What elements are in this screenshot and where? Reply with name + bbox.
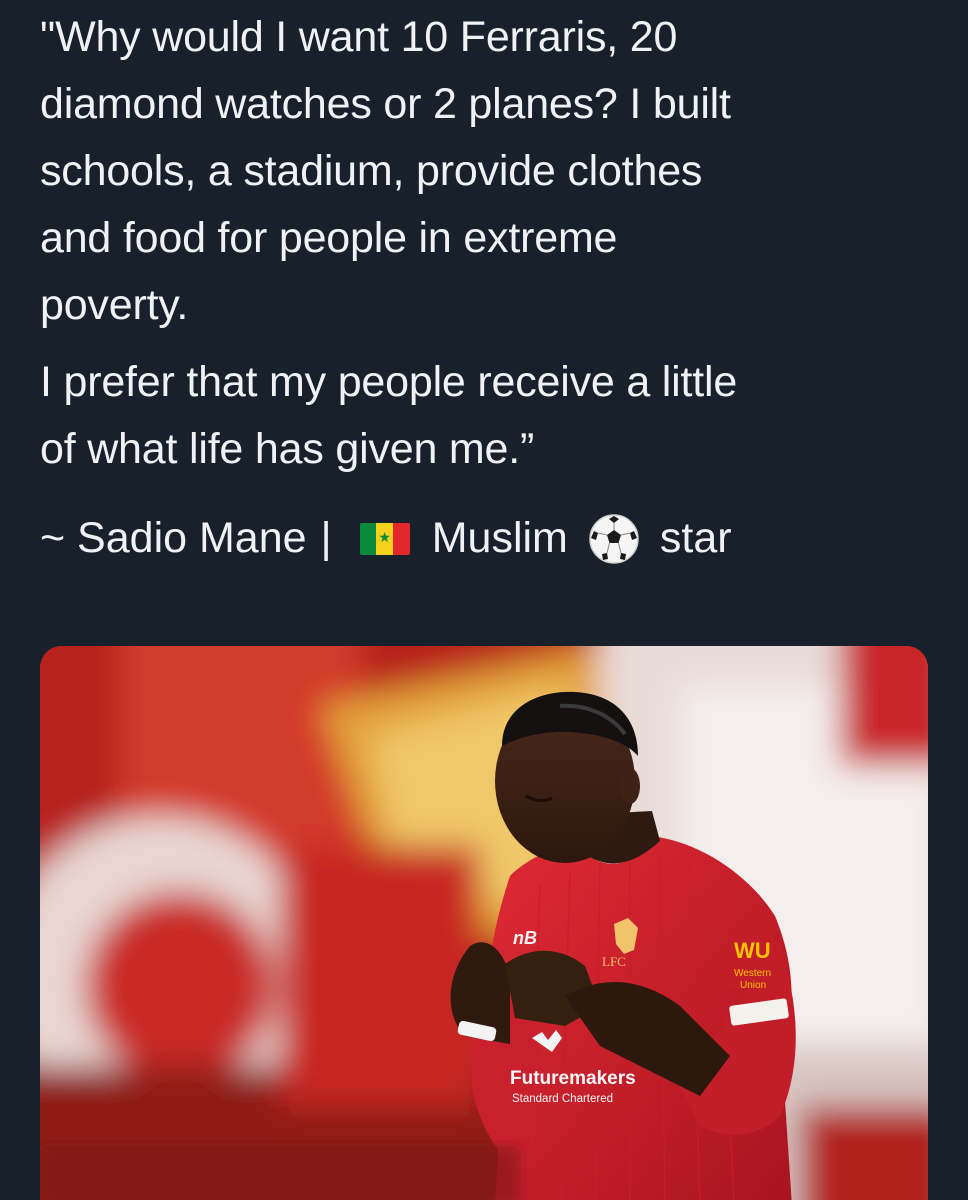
attribution-word-star: star [659,514,732,562]
photo-scene: LFC nB WU Western Union Futuremakers Sta… [40,646,928,1200]
sleeve-sponsor: WU Western Union [730,936,774,991]
senegal-flag-icon [359,522,410,555]
tweet-text-paragraph-2: I prefer that my people receive a little… [40,358,738,473]
svg-text:Western: Western [734,968,771,979]
attribution-separator: | [320,514,332,562]
svg-text:LFC: LFC [602,954,626,969]
svg-text:WU: WU [734,938,771,963]
tweet-body: "Why would I want 10 Ferraris, 20 diamon… [40,4,940,572]
tweet-media-photo[interactable]: LFC nB WU Western Union Futuremakers Sta… [40,646,928,1200]
svg-text:nB: nB [513,928,537,948]
soccer-ball-icon [589,513,639,564]
svg-text:Standard Chartered: Standard Chartered [512,1093,613,1105]
tweet-attribution: ~ Sadio Mane | Muslim star [40,505,940,572]
tweet-text-paragraph-1: "Why would I want 10 Ferraris, 20 diamon… [40,13,731,329]
svg-text:Union: Union [740,980,766,991]
svg-text:Futuremakers: Futuremakers [510,1068,636,1089]
attribution-name: ~ Sadio Mane [40,514,307,562]
attribution-word-muslim: Muslim [431,514,568,562]
